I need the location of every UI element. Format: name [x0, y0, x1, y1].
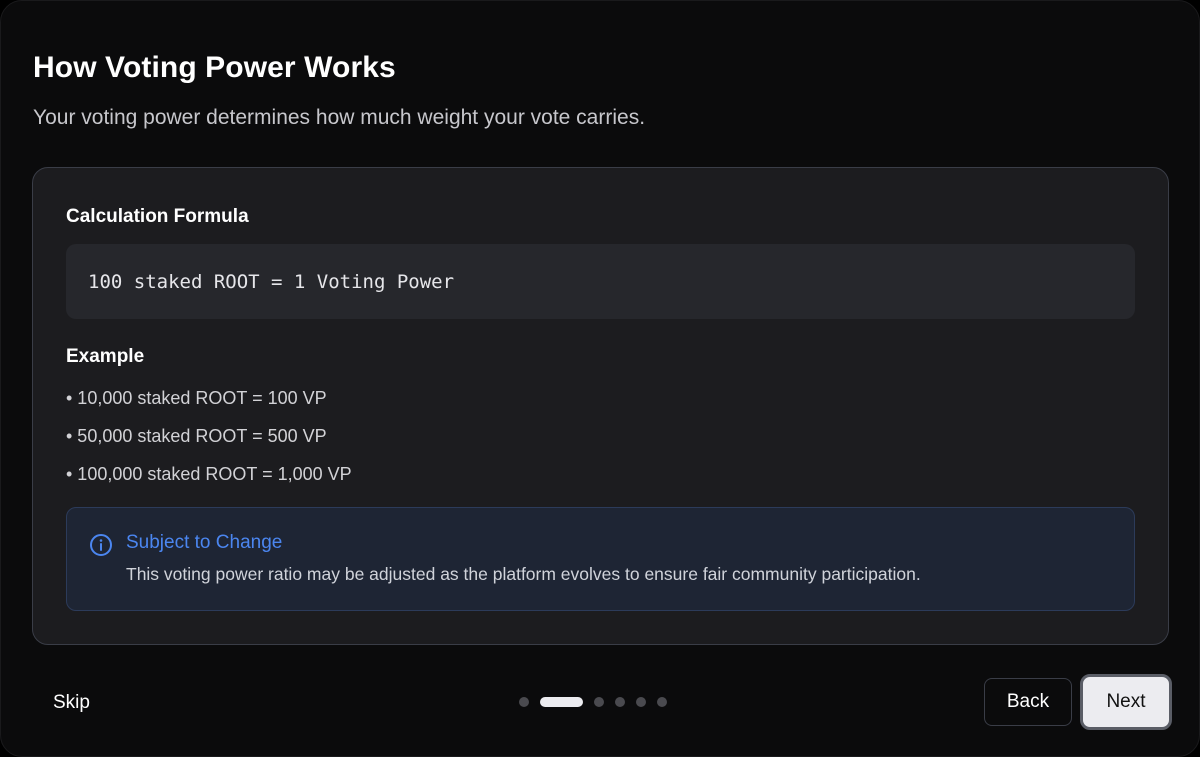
step-dot [636, 697, 646, 707]
example-heading: Example [66, 346, 145, 367]
example-item: • 50,000 staked ROOT = 500 VP [66, 426, 327, 446]
example-list: • 10,000 staked ROOT = 100 VP • 50,000 s… [66, 384, 352, 498]
formula-box: 100 staked ROOT = 1 Voting Power [66, 244, 1135, 319]
step-dot [519, 697, 529, 707]
skip-button[interactable]: Skip [37, 681, 106, 725]
info-card: Calculation Formula 100 staked ROOT = 1 … [32, 167, 1169, 645]
formula-heading: Calculation Formula [66, 206, 249, 227]
notice-callout: Subject to Change This voting power rati… [66, 507, 1135, 611]
step-dot-active [540, 697, 583, 707]
example-item: • 10,000 staked ROOT = 100 VP [66, 388, 327, 408]
notice-text: This voting power ratio may be adjusted … [126, 564, 921, 584]
example-item: • 100,000 staked ROOT = 1,000 VP [66, 464, 352, 484]
step-indicator [519, 697, 678, 707]
dialog-subtitle: Your voting power determines how much we… [33, 106, 646, 129]
dialog-title: How Voting Power Works [33, 51, 396, 84]
formula-text: 100 staked ROOT = 1 Voting Power [88, 270, 455, 293]
step-dot [657, 697, 667, 707]
step-dot [594, 697, 604, 707]
back-button[interactable]: Back [984, 678, 1072, 726]
next-button[interactable]: Next [1080, 674, 1172, 730]
notice-title: Subject to Change [126, 532, 283, 553]
onboarding-dialog: How Voting Power Works Your voting power… [0, 0, 1200, 757]
step-dot [615, 697, 625, 707]
info-icon [89, 533, 113, 557]
